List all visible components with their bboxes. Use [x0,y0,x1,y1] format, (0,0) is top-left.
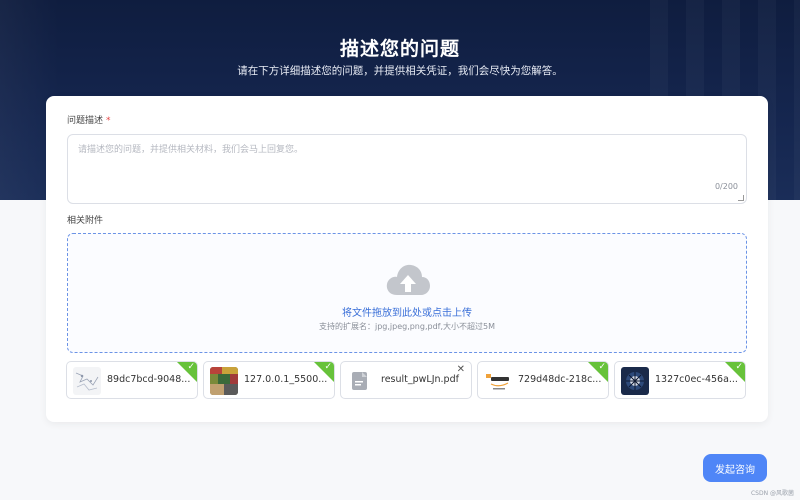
file-name: result_pwLJn.pdf [381,374,459,385]
char-counter: 0/200 [714,182,738,191]
uploaded-file-item[interactable]: 127.0.0.1_5500... ✓ [203,361,335,399]
image-thumbnail-icon [621,367,649,395]
file-dropzone[interactable]: 将文件拖放到此处或点击上传 支持的扩展名：jpg,jpeg,png,pdf,大小… [67,233,747,353]
uploaded-file-item[interactable]: 89dc7bcd-9048... ✓ [66,361,198,399]
check-icon: ✓ [324,362,332,372]
uploaded-file-item[interactable]: result_pwLJn.pdf ✕ [340,361,472,399]
image-thumbnail-icon [210,367,238,395]
image-thumbnail-icon [73,367,101,395]
resize-handle-icon[interactable] [738,195,744,201]
attachments-label: 相关附件 [67,216,104,226]
page-title: 描述您的问题 [339,38,460,60]
amazon-logo-thumbnail-icon [484,367,512,395]
check-icon: ✓ [598,362,606,372]
required-mark: * [106,116,111,126]
description-label-text: 问题描述 [67,116,104,126]
cloud-upload-icon [386,264,430,295]
uploaded-file-item[interactable]: 729d48dc-218c... ✓ [477,361,609,399]
description-placeholder: 请描述您的问题，并提供相关材料，我们会马上回复您。 [78,145,304,155]
check-icon: ✓ [187,362,195,372]
submit-consult-button[interactable]: 发起咨询 [703,454,767,482]
pdf-file-icon [347,367,375,395]
dropzone-hint: 支持的扩展名：jpg,jpeg,png,pdf,大小不超过5M [318,322,496,331]
dropzone-title: 将文件拖放到此处或点击上传 [342,308,472,319]
description-label: 问题描述 * [67,113,111,126]
uploaded-file-item[interactable]: 1327c0ec-456a... ✓ [614,361,746,399]
consult-form-card: 问题描述 * 请描述您的问题，并提供相关材料，我们会马上回复您。 0/200 相关… [46,96,768,422]
description-textarea[interactable]: 请描述您的问题，并提供相关材料，我们会马上回复您。 0/200 [67,134,747,204]
watermark: CSDN @风歌菌 [750,490,794,497]
check-icon: ✓ [735,362,743,372]
page-subtitle: 请在下方详细描述您的问题，并提供相关凭证，我们会尽快为您解答。 [237,65,563,77]
remove-file-icon[interactable]: ✕ [457,364,465,375]
